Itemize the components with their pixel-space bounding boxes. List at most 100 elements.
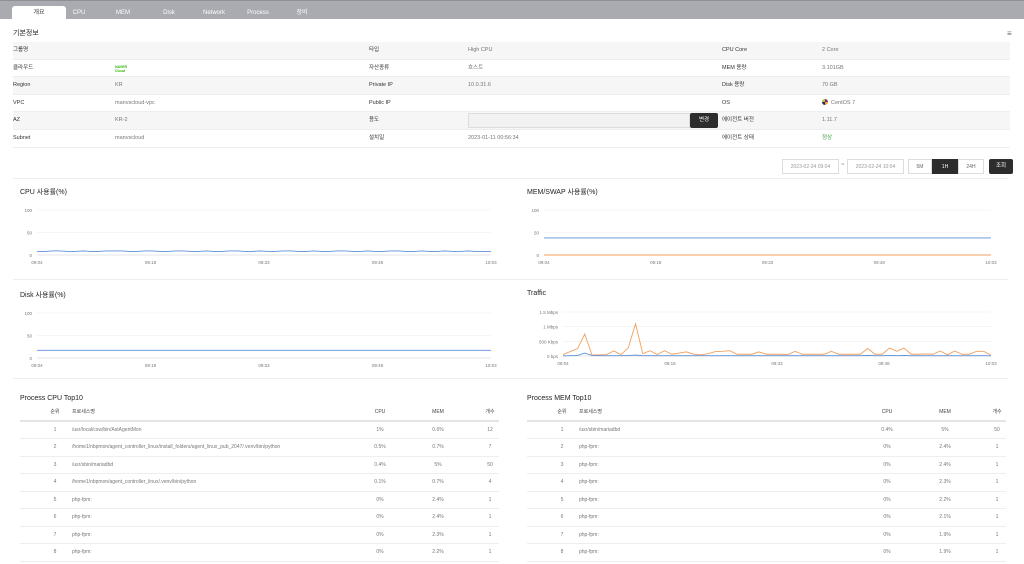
x-tick-label: 09:04: [538, 260, 550, 265]
divider: [13, 178, 1008, 179]
table-row[interactable]: 8 php-fpm: 0% 1.9% 1: [527, 544, 1006, 562]
table-cell: /usr/sbin/mariadbd: [579, 426, 621, 433]
x-tick-label: 09:18: [145, 363, 157, 368]
table-cell: 1: [488, 496, 492, 503]
tab-process[interactable]: Process: [240, 6, 276, 20]
range-24h-button[interactable]: 24H: [958, 159, 984, 174]
info-label: VPC: [13, 99, 25, 106]
info-row: 그룹명 타입 High CPU CPU Core 2 Core: [13, 42, 1010, 60]
info-value: KR-2: [115, 117, 128, 124]
table-cell: 1: [488, 549, 492, 555]
basic-info-table: 그룹명 타입 High CPU CPU Core 2 Core 클라우드 NAVER Clo…: [13, 42, 1010, 148]
search-button[interactable]: 조회: [989, 159, 1013, 174]
table-cell: 7: [560, 531, 564, 538]
table-cell: 0.4%: [374, 461, 386, 468]
column-header: MEM: [432, 409, 444, 415]
table-row[interactable]: 4 php-fpm: 0% 2.3% 1: [527, 474, 1006, 492]
info-value: 10.0.31.6: [468, 82, 491, 89]
table-cell: 2.4%: [432, 514, 444, 520]
info-value: 1.11.7: [822, 117, 837, 124]
tab-mem[interactable]: MEM: [106, 6, 140, 20]
tab-network[interactable]: Network: [196, 6, 232, 20]
info-value: 70 GB: [822, 82, 838, 89]
x-tick-label: 09:04: [31, 260, 43, 265]
table-cell: 8: [560, 549, 564, 555]
table-cell: /usr/sbin/mariadbd: [72, 461, 114, 468]
x-tick-label: 09:33: [762, 260, 774, 265]
info-value: 정상: [822, 134, 833, 141]
table-row[interactable]: 4/home1/nbpmon/agent_controller_linux/.v…: [20, 474, 499, 492]
table-row[interactable]: 7 php-fpm: 0% 1.9% 1: [527, 527, 1006, 544]
change-button[interactable]: 변경: [690, 113, 718, 129]
x-tick-label: 09:18: [664, 361, 676, 366]
table-cell: php-fpm:: [72, 549, 92, 555]
table-header: 순위 프로세스명 CPU MEM 개수: [20, 404, 499, 422]
table-cell: 1.9%: [939, 531, 951, 538]
date-from-input[interactable]: 2023-02-24 09:04: [782, 159, 839, 174]
usage-input[interactable]: [468, 113, 690, 129]
table-cell: 0.6%: [432, 426, 444, 433]
centos-icon: [822, 99, 828, 106]
table-title: Process MEM Top10: [527, 395, 592, 402]
info-label: 에이전트 상태: [722, 134, 754, 141]
range-5m-button[interactable]: 5M: [908, 159, 932, 174]
info-value: 2023-01-11 00:56:34: [468, 134, 519, 141]
info-label: CPU Core: [722, 47, 748, 53]
info-label: 클라우드: [13, 64, 34, 71]
table-cell: 1: [53, 426, 57, 433]
table-row[interactable]: 6 php-fpm: 0% 2.1% 1: [527, 509, 1006, 527]
table-row[interactable]: 1/usr/local/csw/bin/AstAgentMon 1% 0.6% 12: [20, 422, 499, 439]
table-cell: 2.4%: [939, 461, 951, 468]
table-cell: 0.4%: [881, 426, 893, 433]
table-row[interactable]: 3 php-fpm: 0% 2.4% 1: [527, 457, 1006, 474]
y-tick-label: 100: [24, 208, 32, 213]
tab-device[interactable]: 장비: [288, 6, 316, 20]
date-separator: ~: [841, 162, 845, 168]
table-cell: 2.3%: [432, 531, 444, 538]
info-value: 호스트: [468, 64, 484, 71]
table-row[interactable]: 8 php-fpm: 0% 2.2% 1: [20, 544, 499, 562]
x-tick-label: 09:04: [557, 361, 569, 366]
x-tick-label: 09:48: [372, 363, 384, 368]
table-cell: 1: [488, 531, 492, 538]
column-header: 프로세스명: [72, 409, 96, 415]
table-cell: 0.5%: [374, 444, 386, 450]
table-cell: 1: [995, 461, 999, 468]
table-row[interactable]: 5 php-fpm: 0% 2.4% 1: [20, 492, 499, 509]
table-row[interactable]: 5 php-fpm: 0% 2.2% 1: [527, 492, 1006, 509]
os-value-wrap: CentOS 7: [822, 95, 855, 112]
table-row[interactable]: 3/usr/sbin/mariadbd 0.4% 5% 50: [20, 457, 499, 474]
table-row[interactable]: 6 php-fpm: 0% 2.4% 1: [20, 509, 499, 527]
column-header: MEM: [939, 409, 951, 415]
menu-icon[interactable]: ≡: [1007, 29, 1012, 38]
table-cell: 2.3%: [939, 479, 951, 485]
info-value: CentOS 7: [831, 99, 856, 106]
table-cell: 1: [995, 496, 999, 503]
table-row[interactable]: 1/usr/sbin/mariadbd 0.4% 5% 50: [527, 422, 1006, 439]
tab-disk[interactable]: Disk: [152, 6, 186, 20]
table-cell: 0%: [376, 496, 384, 503]
mem-swap-usage-chart: MEM/SWAP 사용률(%) 0 50 100 09:04 09:18 09:33 09:4…: [520, 180, 1005, 275]
info-value: KR: [115, 82, 123, 89]
range-1h-button[interactable]: 1H: [932, 159, 958, 174]
table-cell: 0%: [376, 531, 384, 538]
table-cell: 0.7%: [432, 479, 444, 485]
date-to-input[interactable]: 2023-02-24 10:04: [847, 159, 904, 174]
column-header: 프로세스명: [579, 409, 603, 415]
tab-overview[interactable]: 개요: [12, 6, 66, 20]
table-cell: /home1/nbpmon/agent_controller_linux/ins…: [72, 444, 281, 450]
table-cell: php-fpm:: [72, 496, 92, 503]
table-row[interactable]: 2 php-fpm: 0% 2.4% 1: [527, 439, 1006, 457]
y-tick-label: 0: [29, 253, 32, 258]
section-title: 기본정보: [13, 30, 39, 37]
table-row[interactable]: 2/home1/nbpmon/agent_controller_linux/in…: [20, 439, 499, 457]
y-tick-label: 500 Kbps: [539, 339, 559, 344]
table-cell: 1: [995, 514, 999, 520]
tab-cpu[interactable]: CPU: [62, 6, 96, 20]
table-cell: 1%: [376, 426, 384, 433]
y-tick-label: 0: [536, 253, 539, 258]
info-value: manvscloud-vpc: [115, 99, 155, 106]
table-row[interactable]: 7 php-fpm: 0% 2.3% 1: [20, 527, 499, 544]
x-tick-label: 09:33: [258, 363, 270, 368]
y-tick-label: 50: [534, 231, 540, 236]
